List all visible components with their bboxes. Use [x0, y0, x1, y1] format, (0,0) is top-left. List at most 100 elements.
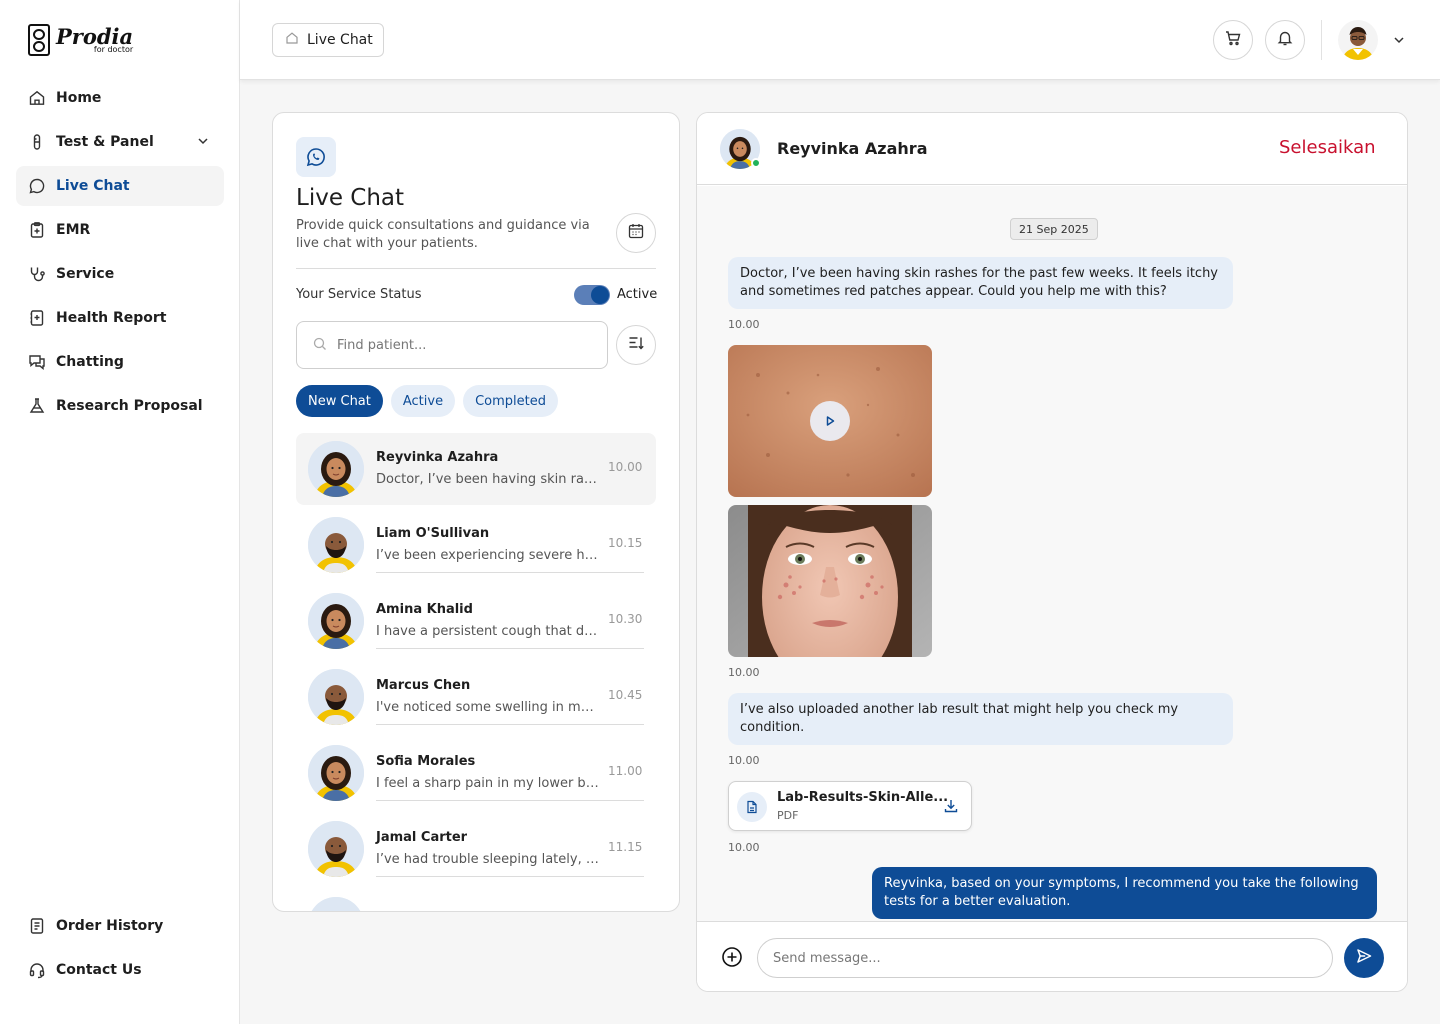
cart-icon — [1224, 29, 1242, 51]
sidebar-item-health-report[interactable]: Health Report — [16, 298, 224, 338]
sidebar-item-live-chat[interactable]: Live Chat — [16, 166, 224, 206]
incoming-message: Doctor, I’ve been having skin rashes for… — [728, 257, 1233, 309]
message-time: 10.45 — [608, 688, 643, 702]
service-status-toggle[interactable] — [574, 285, 610, 305]
message-preview: I’ve had trouble sleeping lately, doctor… — [376, 852, 600, 867]
list-item[interactable]: Reyvinka Azahra Doctor, I’ve been having… — [296, 433, 656, 505]
message-composer — [697, 921, 1407, 991]
page-title: Live Chat — [296, 185, 405, 211]
sidebar-item-label: Contact Us — [56, 962, 142, 978]
avatar[interactable] — [1338, 20, 1378, 60]
sidebar-item-label: Test & Panel — [56, 134, 154, 150]
sidebar-nav: Home Test & Panel Live Chat EMR Service … — [16, 78, 224, 430]
image-attachment[interactable] — [728, 505, 932, 657]
send-button[interactable] — [1344, 938, 1384, 978]
avatar — [308, 897, 364, 911]
message-preview: I've noticed some swelling in my ankles. — [376, 700, 600, 715]
message-time: 11.00 — [608, 764, 643, 778]
video-attachment[interactable] — [728, 345, 932, 497]
list-item[interactable]: Marcus Chen I've noticed some swelling i… — [296, 661, 656, 733]
sidebar-item-label: EMR — [56, 222, 91, 238]
patient-name: Marcus Chen — [376, 678, 471, 693]
search-input[interactable] — [337, 337, 587, 353]
home-icon — [285, 31, 299, 49]
sidebar-item-home[interactable]: Home — [16, 78, 224, 118]
list-item[interactable]: Amina Khalid I have a persistent cough t… — [296, 585, 656, 657]
chevron-down-icon[interactable] — [196, 134, 210, 152]
download-icon[interactable] — [943, 798, 959, 818]
search-icon — [313, 336, 327, 355]
file-name: Lab-Results-Skin-Alle... — [777, 790, 949, 805]
patient-name: Sofia Morales — [376, 754, 476, 769]
patient-name: Jamal Carter — [376, 830, 468, 845]
page-description: Provide quick consultations and guidance… — [296, 218, 590, 251]
cart-button[interactable] — [1213, 20, 1253, 60]
live-chat-panel: Live Chat Provide quick consultations an… — [272, 112, 680, 912]
sort-button[interactable] — [616, 325, 656, 365]
message-preview: I feel a sharp pain in my lower back. — [376, 776, 600, 791]
message-time: 10.00 — [728, 318, 760, 331]
sidebar-item-order-history[interactable]: Order History — [16, 906, 224, 946]
list-item[interactable]: Jamal Carter I’ve had trouble sleeping l… — [296, 813, 656, 885]
message-time: 10.30 — [608, 612, 643, 626]
tab-active[interactable]: Active — [390, 385, 456, 417]
file-type: PDF — [777, 809, 799, 822]
sidebar: Prodia for doctor Home Test & Panel Live… — [0, 0, 240, 1024]
stethoscope-icon — [28, 265, 46, 283]
list-item[interactable]: Liam O'Sullivan I’ve been experiencing s… — [296, 509, 656, 581]
sidebar-item-label: Home — [56, 90, 102, 106]
research-icon — [28, 397, 46, 415]
incoming-message: I’ve also uploaded another lab result th… — [728, 693, 1233, 745]
service-status-label: Your Service Status — [296, 287, 422, 302]
sidebar-item-research-proposal[interactable]: Research Proposal — [16, 386, 224, 426]
divider — [376, 876, 644, 877]
file-attachment[interactable]: Lab-Results-Skin-Alle... PDF — [728, 781, 972, 831]
breadcrumb[interactable]: Live Chat — [272, 23, 384, 57]
message-time: 10.00 — [608, 460, 643, 474]
sidebar-item-label: Health Report — [56, 310, 167, 326]
list-item[interactable] — [296, 889, 656, 911]
prodia-logo-icon — [28, 24, 50, 56]
avatar — [308, 517, 364, 573]
message-input[interactable] — [757, 938, 1333, 978]
play-button[interactable] — [810, 401, 850, 441]
chat-list: Reyvinka Azahra Doctor, I’ve been having… — [296, 433, 656, 911]
finish-chat-button[interactable]: Selesaikan — [1279, 137, 1376, 158]
list-item[interactable]: Sofia Morales I feel a sharp pain in my … — [296, 737, 656, 809]
receipt-icon — [28, 917, 46, 935]
patient-name: Liam O'Sullivan — [376, 526, 490, 541]
sidebar-item-chatting[interactable]: Chatting — [16, 342, 224, 382]
sidebar-item-service[interactable]: Service — [16, 254, 224, 294]
chevron-down-icon[interactable] — [1392, 32, 1406, 51]
search-box — [296, 321, 608, 369]
sidebar-item-emr[interactable]: EMR — [16, 210, 224, 250]
sidebar-item-test-panel[interactable]: Test & Panel — [16, 122, 224, 162]
conversation-header: Reyvinka Azahra Selesaikan — [697, 113, 1407, 185]
add-attachment-icon[interactable] — [721, 946, 743, 972]
message-time: 10.00 — [728, 666, 760, 679]
calendar-button[interactable] — [616, 213, 656, 253]
home-icon — [28, 89, 46, 107]
tab-new-chat[interactable]: New Chat — [296, 385, 383, 417]
date-separator: 21 Sep 2025 — [1010, 218, 1098, 240]
online-status-indicator — [751, 158, 761, 168]
document-icon — [737, 792, 767, 822]
divider — [1321, 20, 1322, 60]
tab-completed[interactable]: Completed — [463, 385, 558, 417]
avatar — [308, 745, 364, 801]
divider — [376, 724, 644, 725]
conversation-patient-name: Reyvinka Azahra — [777, 139, 928, 158]
sidebar-bottom-nav: Order History Contact Us — [16, 906, 224, 994]
messages-icon — [28, 353, 46, 371]
sidebar-item-label: Order History — [56, 918, 164, 934]
sidebar-item-label: Service — [56, 266, 115, 282]
sort-icon — [627, 334, 645, 356]
notification-button[interactable] — [1265, 20, 1305, 60]
sidebar-item-contact-us[interactable]: Contact Us — [16, 950, 224, 990]
divider — [376, 800, 644, 801]
message-time: 10.00 — [728, 754, 760, 767]
headset-icon — [28, 961, 46, 979]
patient-name: Amina Khalid — [376, 602, 473, 617]
logo[interactable]: Prodia for doctor — [28, 24, 133, 56]
avatar — [308, 441, 364, 497]
